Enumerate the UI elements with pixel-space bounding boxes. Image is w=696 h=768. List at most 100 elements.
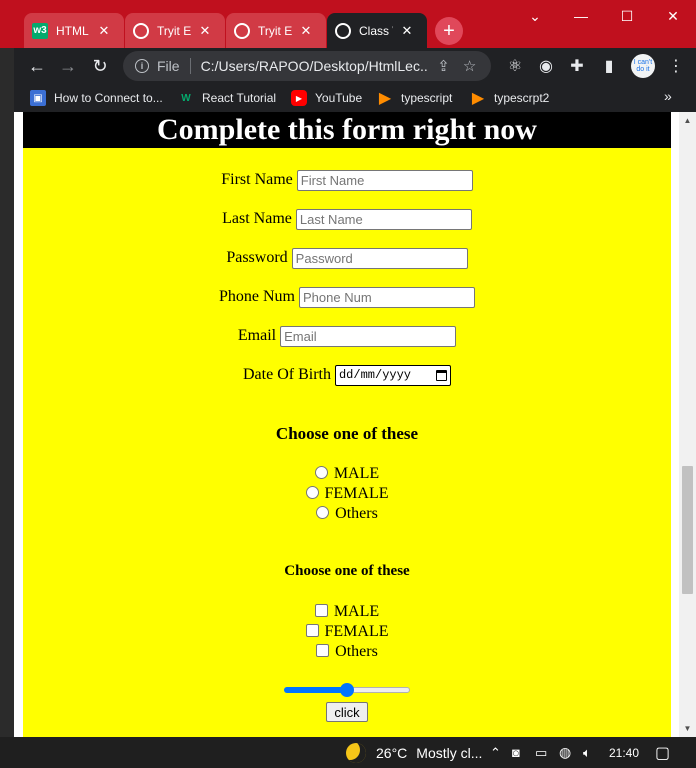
share-icon[interactable]: ⇪ [433,55,455,77]
radio-option-others[interactable]: Others [23,504,671,524]
last-name-label: Last Name [222,210,292,227]
tab-title: HTML L [56,23,90,38]
first-name-input[interactable] [296,169,473,191]
bookmark-star-icon[interactable]: ☆ [459,55,481,77]
scroll-down-icon[interactable]: ▼ [679,720,696,737]
menu-kebab-icon[interactable]: ⋮ [664,54,688,78]
bookmark-item[interactable]: ▶ typescript [377,88,453,108]
scroll-up-icon[interactable]: ▲ [679,112,696,129]
new-tab-button[interactable]: + [435,17,463,45]
typescript-icon: ▶ [471,90,485,107]
phone-input[interactable] [299,286,475,308]
windows-taskbar: 26°C Mostly cl... ⌃ ◙ ▭ ◍ 🔈︎ 21:40 ▢ [0,737,696,768]
bookmark-item[interactable]: W React Tutorial [178,88,276,108]
page-scrollbar[interactable]: ▲ ▼ [679,112,696,737]
last-name-input[interactable] [295,208,472,230]
moon-icon [346,742,366,763]
bookmark-label: YouTube [315,91,363,105]
checkbox[interactable] [305,624,319,637]
window-close-button[interactable]: ✕ [650,0,696,32]
radio-button[interactable] [314,466,328,479]
reload-icon[interactable]: ↻ [88,54,112,78]
address-url[interactable]: C:/Users/RAPOO/Desktop/HtmlLec... [201,58,429,74]
checkbox-option-female[interactable]: FEMALE [23,622,671,642]
profile-avatar[interactable]: I can't do it [631,54,655,78]
extension-circle-icon[interactable]: ◉ [534,54,558,78]
page-viewport: Complete this form right now First Name … [14,112,679,737]
checkbox-section-title: Choose one of these [284,563,410,579]
side-panel-icon[interactable]: ▮ [597,54,621,78]
bookmark-item[interactable]: ▶ YouTube [291,88,362,108]
form-page: Complete this form right now First Name … [23,112,671,737]
browser-tab-2[interactable]: Tryit Ed ✕ [125,13,225,48]
first-name-label: First Name [221,171,293,188]
dob-row: Date Of Birth dd/mm/yyyy [23,364,671,386]
checkbox[interactable] [316,644,330,657]
checkbox-option-others[interactable]: Others [23,642,671,662]
checkbox-label: FEMALE [324,623,389,640]
password-label: Password [226,249,288,266]
radio-button[interactable] [316,506,330,519]
checkbox[interactable] [314,604,328,617]
address-divider [189,58,191,74]
tab-search-icon[interactable]: ⌄ [512,0,558,32]
maximize-button[interactable]: ☐ [604,0,650,32]
clock[interactable]: 21:40 [609,737,639,768]
dob-placeholder: dd/mm/yyyy [338,368,411,383]
battery-icon[interactable]: ▭ [535,737,547,768]
weather-temp: 26°C [376,744,408,761]
browser-tab-1[interactable]: w3 HTML L ✕ [24,13,124,48]
close-icon[interactable]: ✕ [298,23,314,39]
close-icon[interactable]: ✕ [96,23,112,39]
extensions-puzzle-icon[interactable]: ✚ [565,54,589,78]
weather-widget[interactable]: 26°C Mostly cl... [346,737,482,768]
minimize-button[interactable]: — [558,0,604,32]
address-bar[interactable]: i File C:/Users/RAPOO/Desktop/HtmlLec...… [123,51,491,81]
page-heading: Complete this form right now [23,112,671,148]
email-label: Email [237,327,277,344]
checkbox-label: MALE [333,603,380,620]
meet-now-icon[interactable]: ◙ [512,737,520,768]
radio-option-male[interactable]: MALE [23,464,671,484]
close-icon[interactable]: ✕ [197,23,213,39]
radio-label: MALE [333,465,380,482]
back-icon[interactable]: ← [25,54,49,78]
bookmark-item[interactable]: ▣ How to Connect to... [30,88,163,108]
radio-option-female[interactable]: FEMALE [23,484,671,504]
tab-title: Tryit Ed [258,23,292,38]
youtube-icon: ▶ [291,90,307,106]
desktop-edge [0,48,14,737]
bookmark-item[interactable]: ▶ typescrpt2 [470,88,550,108]
dob-input[interactable]: dd/mm/yyyy [334,364,451,386]
forward-icon[interactable]: → [56,54,80,78]
click-button[interactable]: click [326,702,368,722]
checkbox-option-male[interactable]: MALE [23,602,671,622]
browser-tab-3[interactable]: Tryit Ed ✕ [226,13,326,48]
radio-section-title: Choose one of these [275,424,419,443]
volume-icon[interactable]: 🔈︎ [583,737,591,768]
bookmarks-bar: ▣ How to Connect to... W React Tutorial … [0,84,696,112]
scrollbar-thumb[interactable] [682,466,693,594]
calendar-icon[interactable] [435,369,447,381]
tray-chevron-icon[interactable]: ⌃ [490,737,501,768]
dob-label: Date Of Birth [243,366,331,383]
password-input[interactable] [291,247,468,269]
email-input[interactable] [280,325,457,347]
radio-button[interactable] [305,486,319,499]
last-name-row: Last Name [23,208,671,230]
bookmarks-overflow-icon[interactable]: » [664,88,672,104]
notification-icon[interactable]: ▢ [655,737,670,768]
info-icon[interactable]: i [135,59,149,73]
react-devtools-icon[interactable]: ⚛ [503,54,527,78]
range-slider[interactable] [284,683,412,697]
w3-icon: W [181,92,191,104]
phone-label: Phone Num [219,288,295,305]
slider-thumb[interactable] [340,683,354,697]
browser-tab-4-active[interactable]: Class W ✕ [327,13,427,48]
close-icon[interactable]: ✕ [399,23,415,39]
email-row: Email [23,325,671,347]
radio-label: Others [335,505,378,522]
network-globe-icon[interactable]: ◍ [559,737,571,768]
w3schools-icon: w3 [32,22,48,39]
tab-title: Class W [359,23,393,38]
